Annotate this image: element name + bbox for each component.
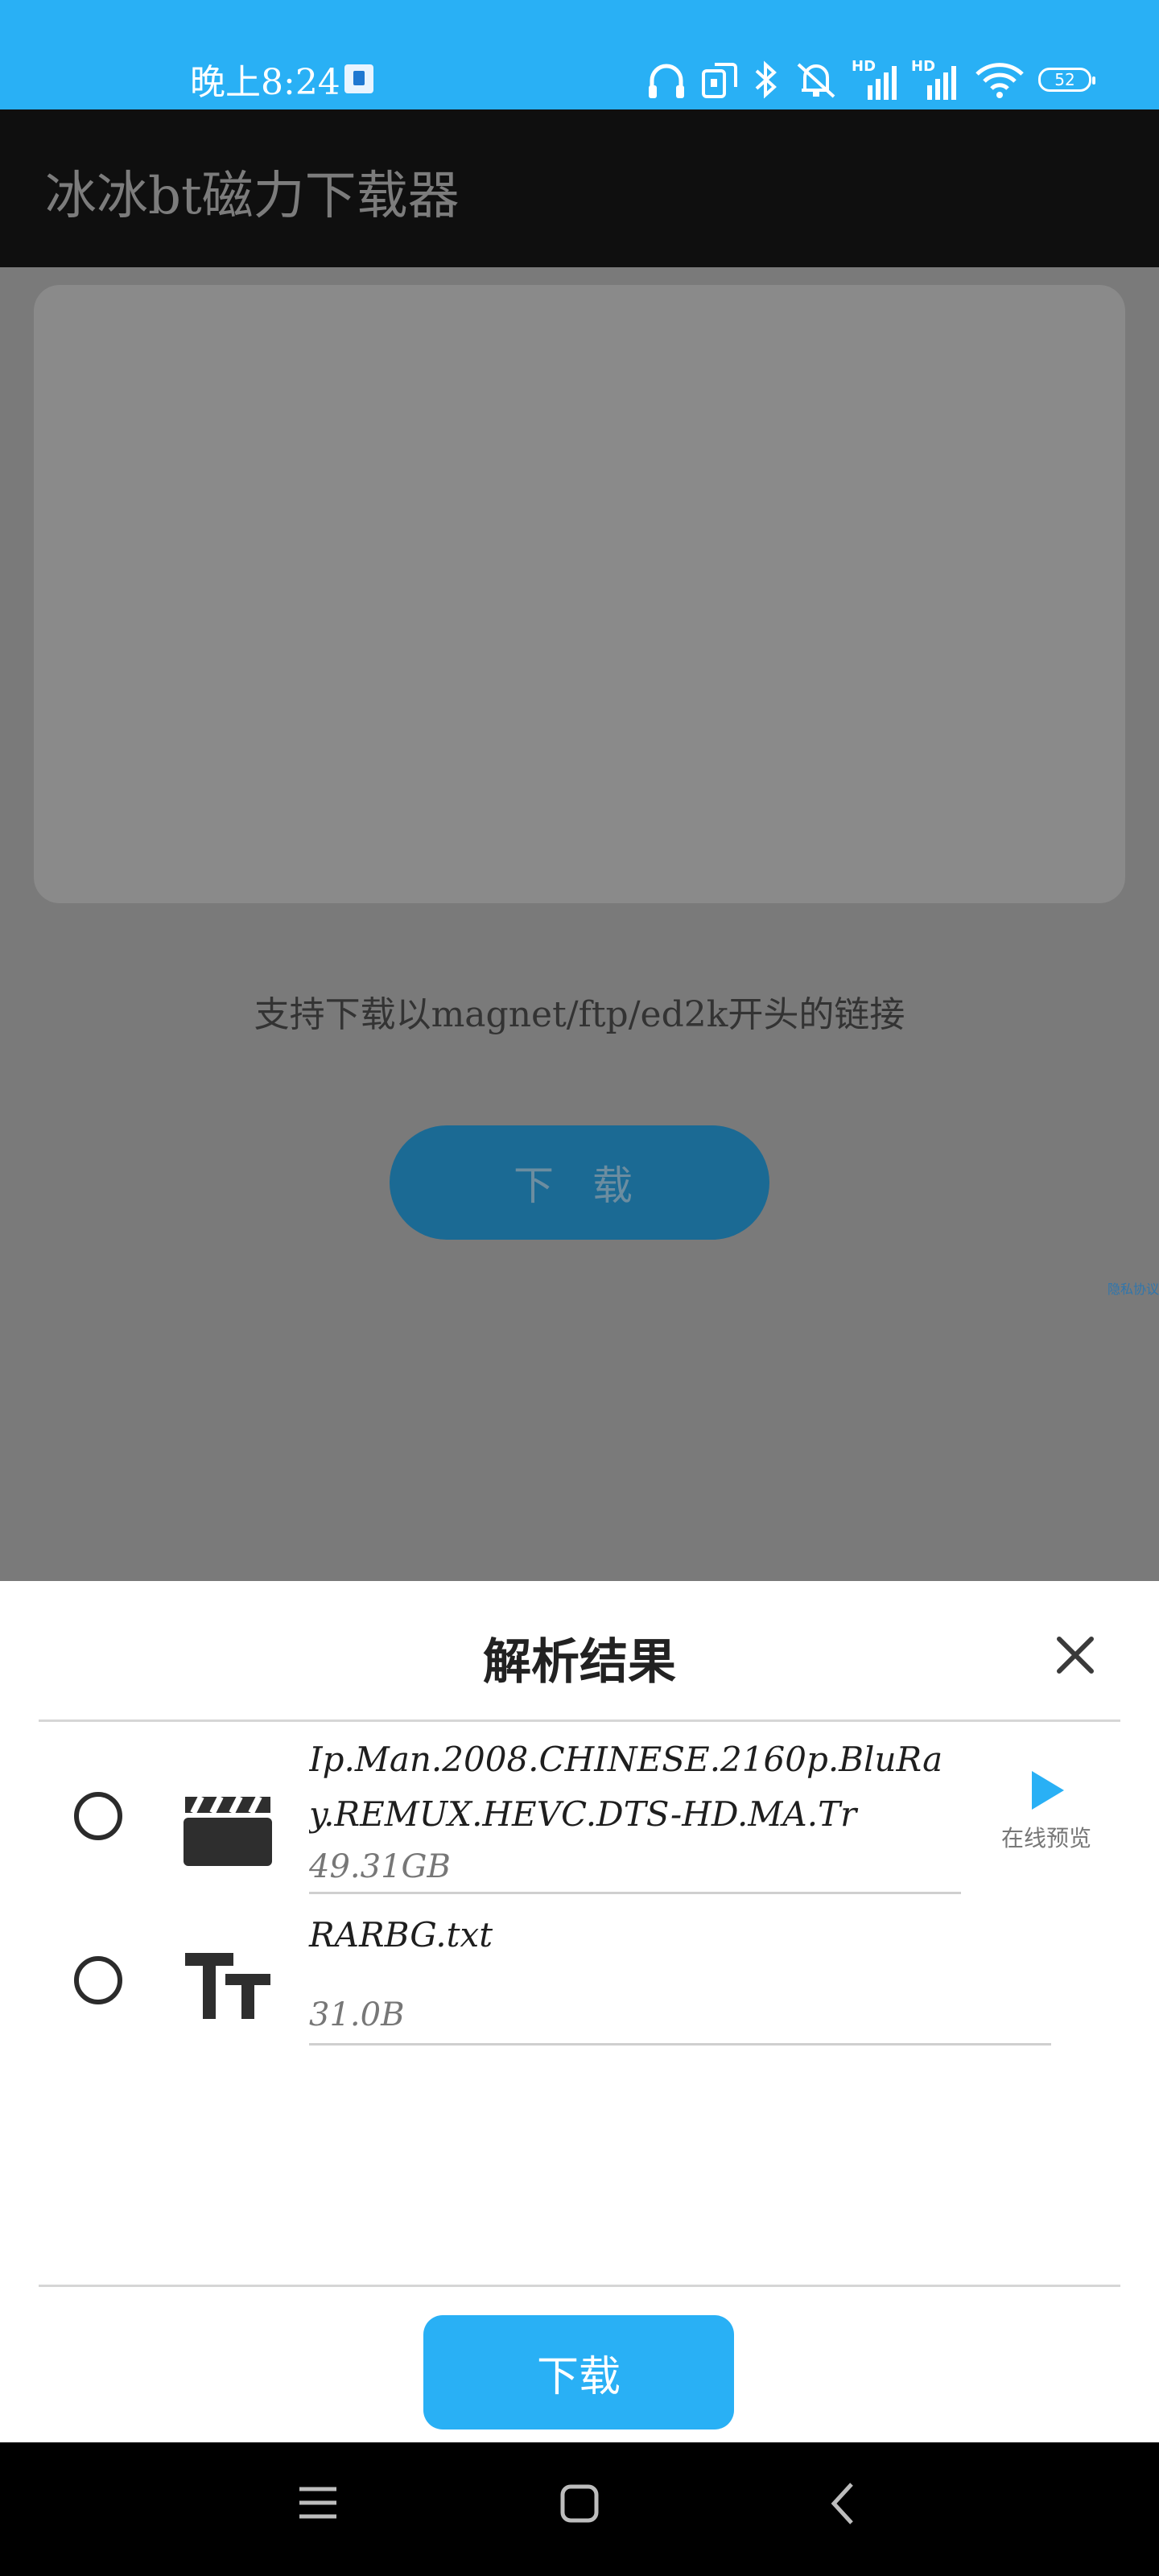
headphones-icon: [649, 64, 684, 98]
sheet-download-button[interactable]: 下载: [423, 2315, 734, 2429]
status-bar: 晚上8:24 HD HD 52: [0, 0, 1159, 109]
file-row-text[interactable]: RARBG.txt 31.0B: [0, 1908, 1159, 2056]
file-name: RARBG.txt: [309, 1915, 493, 1955]
privacy-link[interactable]: 隐私协议: [1107, 1278, 1159, 1298]
clapperboard-icon: [184, 1795, 272, 1866]
svg-text:HD: HD: [911, 58, 935, 75]
app-bar: 冰冰bt磁力下载器: [0, 109, 1159, 267]
file-name: Ip.Man.2008.CHINESE.2160p.BluRay.REMUX.H…: [309, 1740, 943, 1834]
back-icon[interactable]: [827, 2479, 860, 2528]
row-divider: [309, 2043, 1051, 2046]
sheet-bottom-divider: [39, 2285, 1120, 2287]
main-download-button[interactable]: 下 载: [390, 1125, 769, 1240]
file-select-radio[interactable]: [74, 1792, 122, 1840]
file-size: 49.31GB: [309, 1848, 451, 1885]
hd-signal-icon: HD: [852, 58, 897, 100]
notification-app-icon: [344, 64, 373, 93]
svg-text:HD: HD: [852, 58, 876, 75]
file-row-video[interactable]: Ip.Man.2008.CHINESE.2160p.BluRay.REMUX.H…: [0, 1719, 1159, 1897]
bluetooth-icon: [755, 60, 777, 99]
home-icon[interactable]: [559, 2483, 600, 2524]
preview-label: 在线预览: [1000, 1825, 1091, 1852]
text-icon: [185, 1953, 270, 2019]
mute-icon: [797, 63, 835, 98]
file-select-radio[interactable]: [74, 1956, 122, 2004]
status-time: 晚上8:24: [190, 62, 340, 103]
row-divider: [309, 1892, 961, 1894]
supported-links-hint: 支持下载以magnet/ftp/ed2k开头的链接: [254, 994, 905, 1035]
hd-signal-icon: HD: [911, 58, 956, 100]
navigation-bar: [0, 2442, 1159, 2576]
play-icon: [1032, 1771, 1064, 1810]
file-size: 31.0B: [309, 1996, 405, 2033]
link-input-area[interactable]: [34, 285, 1125, 903]
screen-rotate-icon: [702, 63, 737, 98]
online-preview-button[interactable]: 在线预览: [996, 1768, 1096, 1853]
sheet-title: 解析结果: [483, 1634, 676, 1690]
battery-icon: 52: [1038, 68, 1095, 92]
close-icon[interactable]: [1053, 1633, 1098, 1678]
app-title: 冰冰bt磁力下载器: [45, 167, 460, 226]
menu-icon[interactable]: [296, 2483, 340, 2523]
parse-result-sheet: 解析结果 Ip.Man.2008.CHINESE.2160p.BluRay.RE…: [0, 1581, 1159, 2442]
wifi-icon: [975, 63, 1024, 98]
